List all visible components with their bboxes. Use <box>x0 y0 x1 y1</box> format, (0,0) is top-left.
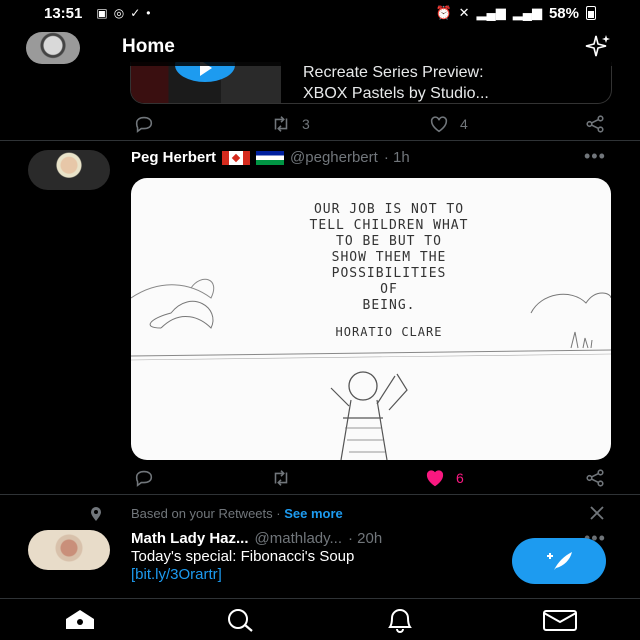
compose-feather-icon <box>547 552 572 570</box>
check-icon: ✓ <box>130 6 141 20</box>
location-pin-icon <box>91 507 101 521</box>
divider <box>0 494 640 495</box>
lesotho-flag-icon <box>256 150 285 165</box>
heart-icon <box>430 116 448 133</box>
bottom-nav <box>0 598 640 640</box>
avatar[interactable] <box>26 32 80 64</box>
tweet-header: Peg Herbert @pegherbert · 1h <box>131 149 410 166</box>
more-icon[interactable]: ••• <box>584 146 606 167</box>
notifications-tab[interactable] <box>380 607 420 633</box>
like-count: 6 <box>456 470 464 486</box>
home-icon <box>66 610 94 629</box>
reply-icon <box>135 116 153 133</box>
reply-button[interactable] <box>133 113 155 135</box>
close-icon[interactable] <box>588 504 606 522</box>
share-button[interactable] <box>584 467 606 489</box>
sparkle-icon[interactable] <box>582 32 612 62</box>
card-title: Recreate Series Preview: XBOX Pastels by… <box>303 64 489 102</box>
tweet-link[interactable]: [bit.ly/3Orartr] <box>131 566 222 583</box>
share-button[interactable] <box>584 113 606 135</box>
retweet-count: 3 <box>302 116 310 132</box>
like-button[interactable]: 6 <box>424 467 464 489</box>
tweet-text: Today's special: Fibonacci's Soup [bit.l… <box>131 548 355 583</box>
like-count: 4 <box>460 116 468 132</box>
signal-icon: ▂▄▆ <box>512 5 542 20</box>
tweet-actions: 6 <box>0 466 640 490</box>
retweet-icon <box>274 116 288 132</box>
tweet-header: Math Lady Haz... @mathlady... · 20h <box>131 530 382 547</box>
reply-icon <box>135 470 153 487</box>
home-tab[interactable] <box>60 607 100 633</box>
retweet-button[interactable]: 3 <box>270 113 310 135</box>
see-more-link[interactable]: See more <box>284 506 343 521</box>
status-time: 13:51 <box>44 4 83 22</box>
card-thumbnail <box>131 62 281 103</box>
compose-button[interactable] <box>512 538 606 584</box>
heart-icon <box>426 470 444 487</box>
messages-tab[interactable] <box>540 607 580 633</box>
context-text: Based on your Retweets <box>131 506 273 521</box>
like-button[interactable]: 4 <box>428 113 468 135</box>
mail-icon <box>543 610 577 631</box>
alarm-icon: ⏰ <box>435 5 452 20</box>
search-icon <box>228 609 253 632</box>
retweet-button[interactable] <box>270 467 292 489</box>
status-bar: 13:51 ▣ ◎ ✓ • ⏰ ✕ ▂▄▆ ▂▄▆ 58% <box>0 0 640 26</box>
dot-icon: • <box>146 6 151 20</box>
signal-icon: ▂▄▆ <box>476 5 506 20</box>
gallery-icon: ▣ <box>96 6 108 20</box>
avatar[interactable] <box>28 150 110 190</box>
author-handle: @pegherbert <box>290 149 378 166</box>
app-header: Home <box>0 26 640 66</box>
tweet-image[interactable]: OUR JOB IS NOT TO TELL CHILDREN WHAT TO … <box>131 178 611 460</box>
retweet-icon <box>274 470 288 486</box>
battery-icon <box>586 6 596 20</box>
avatar[interactable] <box>28 530 110 570</box>
author-name[interactable]: Peg Herbert <box>131 149 216 166</box>
quote-text: OUR JOB IS NOT TO TELL CHILDREN WHAT TO … <box>269 202 509 340</box>
tweet-time: · 1h <box>383 149 410 166</box>
page-title: Home <box>122 36 175 57</box>
bell-icon <box>388 609 412 633</box>
tweet-actions: 3 4 <box>0 112 640 136</box>
canada-flag-icon <box>222 150 251 165</box>
tweet-time: · 20h <box>348 530 383 547</box>
author-name[interactable]: Math Lady Haz... <box>131 530 249 547</box>
divider <box>0 140 640 141</box>
share-icon <box>586 469 604 487</box>
link-card[interactable]: Recreate Series Preview: XBOX Pastels by… <box>130 62 612 104</box>
whatsapp-icon: ◎ <box>113 6 125 20</box>
share-icon <box>586 115 604 133</box>
quote-author: HORATIO CLARE <box>335 325 443 339</box>
author-handle: @mathlady... <box>254 530 343 547</box>
reply-button[interactable] <box>133 467 155 489</box>
context-line: Based on your Retweets · See more <box>131 506 343 521</box>
mute-icon: ✕ <box>458 5 470 20</box>
battery-percent: 58% <box>548 4 579 22</box>
search-tab[interactable] <box>220 607 260 633</box>
